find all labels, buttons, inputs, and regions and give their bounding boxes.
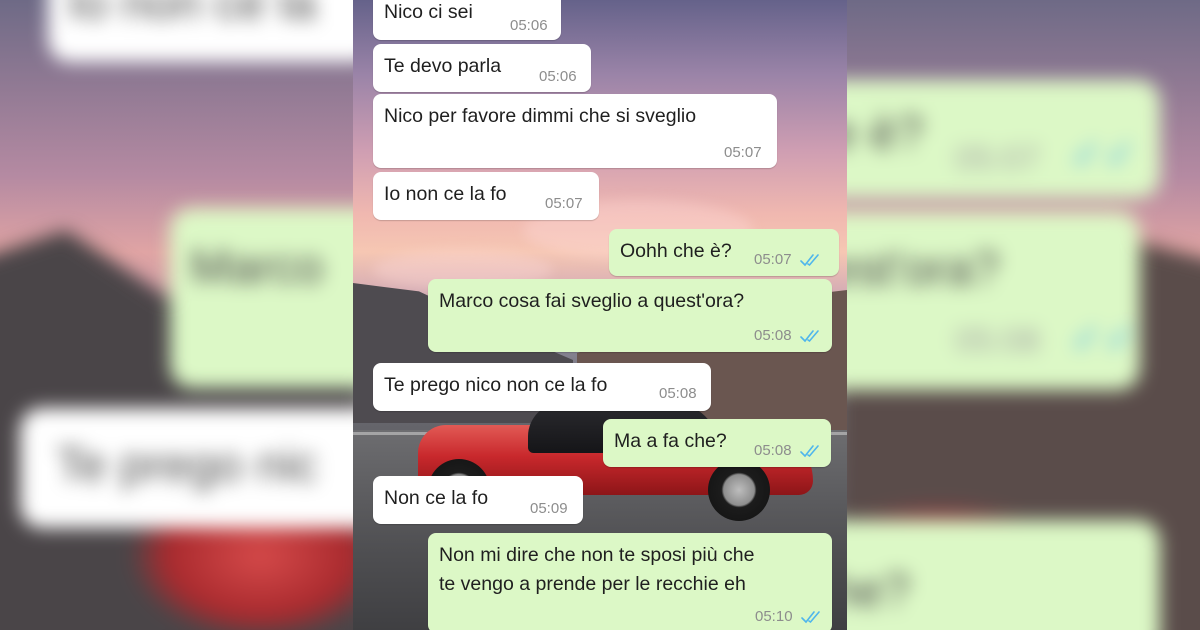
message-text: Io non ce la fo	[384, 183, 507, 205]
message-timestamp: 05:08	[659, 385, 697, 402]
background-bubble-text: est'ora?	[830, 243, 1000, 296]
double-check-icon	[801, 611, 820, 624]
incoming-message-bubble[interactable]: Te devo parla 05:06	[373, 44, 591, 92]
incoming-message-bubble[interactable]: Io non ce la fo 05:07	[373, 172, 599, 220]
double-check-icon	[800, 254, 819, 267]
incoming-message-bubble[interactable]: Te prego nico non ce la fo 05:08	[373, 363, 711, 411]
background-bubble-text: Te prego nic	[56, 439, 318, 492]
background-bubble-time: 05:08	[955, 322, 1041, 360]
message-timestamp: 05:07	[754, 251, 792, 268]
outgoing-message-bubble[interactable]: Ma a fa che? 05:08	[603, 419, 831, 467]
message-timestamp: 05:08	[754, 327, 792, 344]
background-bubble-right-top: e è? 05:07 ✓✓	[810, 80, 1160, 198]
message-timestamp: 05:07	[545, 195, 583, 212]
message-text: Non mi dire che non te sposi più che te …	[439, 544, 755, 595]
background-bubble-left-top: Io non ce la	[48, 0, 378, 62]
incoming-message-bubble[interactable]: Nico per favore dimmi che si sveglio 05:0…	[373, 94, 777, 168]
message-timestamp: 05:08	[754, 442, 792, 459]
message-text: Nico per favore dimmi che si sveglio	[384, 105, 697, 127]
chat-panel: Nico ci sei 05:06 Te devo parla 05:06 Nico p…	[353, 0, 847, 630]
message-text: Nico ci sei	[384, 1, 473, 23]
message-text: Non ce la fo	[384, 487, 489, 509]
message-text: Te devo parla	[384, 55, 502, 77]
outgoing-message-bubble[interactable]: Oohh che è? 05:07	[609, 229, 839, 276]
message-timestamp: 05:07	[724, 144, 762, 161]
incoming-message-bubble[interactable]: Non ce la fo 05:09	[373, 476, 583, 524]
double-check-icon: ✓✓	[1070, 317, 1138, 361]
background-bubble-right-mid: est'ora? 05:08 ✓✓	[810, 212, 1140, 390]
background-bubble-text: Marco	[190, 241, 324, 294]
background-bubble-left-bottom: Te prego nic	[20, 408, 390, 528]
background-bubble-time: 05:07	[955, 140, 1041, 178]
message-timestamp: 05:06	[510, 17, 548, 34]
double-check-icon	[800, 330, 819, 343]
background-bubble-text: Io non ce la	[68, 0, 317, 30]
message-timestamp: 05:10	[755, 608, 793, 625]
double-check-icon: ✓✓	[1070, 133, 1138, 177]
incoming-message-bubble[interactable]: Nico ci sei 05:06	[373, 0, 561, 40]
message-text: Ma a fa che?	[614, 430, 727, 452]
message-text: Te prego nico non ce la fo	[384, 374, 608, 396]
message-text: Marco cosa fai sveglio a quest'ora?	[439, 290, 745, 312]
outgoing-message-bubble[interactable]: Non mi dire che non te sposi più che te …	[428, 533, 832, 630]
message-text: Oohh che è?	[620, 240, 732, 262]
message-timestamp: 05:06	[539, 68, 577, 85]
message-timestamp: 05:09	[530, 500, 568, 517]
outgoing-message-bubble[interactable]: Marco cosa fai sveglio a quest'ora? 05:08	[428, 279, 832, 352]
car-wheel-rear	[708, 459, 770, 521]
background-bubble-right-bottom: he?	[810, 520, 1160, 630]
double-check-icon	[800, 445, 819, 458]
